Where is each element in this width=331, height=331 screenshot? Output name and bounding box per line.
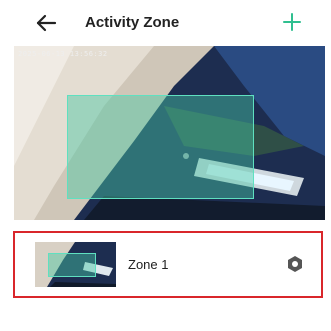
back-arrow-icon[interactable] xyxy=(34,12,58,34)
camera-preview[interactable]: 2025-06-13 13:56:32 xyxy=(14,46,325,220)
zone-thumbnail xyxy=(35,242,116,287)
zone-name-label: Zone 1 xyxy=(128,257,169,272)
zone-list-item[interactable]: Zone 1 xyxy=(13,231,323,298)
page-title: Activity Zone xyxy=(85,14,180,31)
app-header: Activity Zone xyxy=(0,0,331,46)
gear-icon[interactable] xyxy=(285,254,305,274)
video-timestamp: 2025-06-13 13:56:32 xyxy=(18,50,108,58)
activity-zone-overlay[interactable] xyxy=(67,95,254,199)
zone-thumbnail-overlay xyxy=(48,253,96,277)
plus-icon[interactable] xyxy=(280,10,304,34)
